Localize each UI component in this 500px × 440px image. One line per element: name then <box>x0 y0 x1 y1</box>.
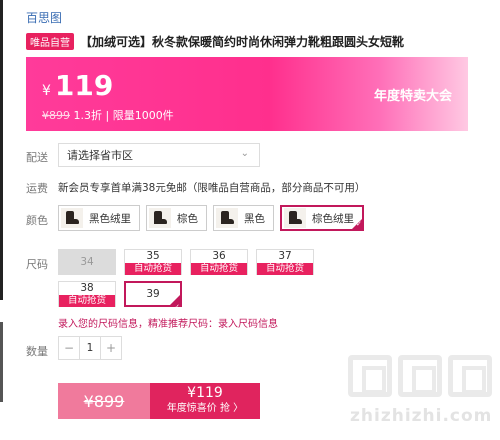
color-option-label: 棕色 <box>177 212 198 225</box>
size-number: 35 <box>146 250 160 262</box>
size-option[interactable]: 36 自动抢货 <box>190 249 248 275</box>
selected-check-icon <box>169 294 181 318</box>
chevron-down-icon: ⌄ <box>240 148 249 159</box>
boot-thumbnail-icon <box>149 208 171 228</box>
auto-grab-badge: 自动抢货 <box>257 263 313 275</box>
watermark-glyph-icon <box>448 355 492 397</box>
banner-original-price: ¥899 <box>42 109 70 122</box>
quantity-label: 数量 <box>26 345 48 358</box>
region-select-value: 请选择省市区 <box>67 149 133 162</box>
quantity-minus-button[interactable]: − <box>59 337 79 359</box>
shipping-text: 新会员专享首单满38元免邮（限唯品自营商品，部分商品不可用） <box>58 182 366 194</box>
size-number: 34 <box>80 256 94 268</box>
original-price: ¥899 <box>83 391 125 411</box>
region-select[interactable]: 请选择省市区 ⌄ <box>58 143 260 167</box>
auto-grab-badge: 自动抢货 <box>125 263 181 275</box>
boot-thumbnail-icon <box>284 208 306 228</box>
color-option-label: 棕色绒里 <box>312 212 354 225</box>
self-operated-tag: 唯品自营 <box>26 33 74 50</box>
size-label: 尺码 <box>26 258 48 271</box>
quantity-value[interactable]: 1 <box>79 337 101 359</box>
auto-grab-badge: 自动抢货 <box>59 295 115 307</box>
color-option-label: 黑色绒里 <box>89 212 131 225</box>
boot-thumbnail-icon <box>216 208 238 228</box>
delivery-label: 配送 <box>26 151 48 164</box>
size-info-link[interactable]: 录入您的尺码信息，精准推荐尺码：录入尺码信息 <box>58 315 278 330</box>
event-name: 年度特卖大会 <box>373 89 452 104</box>
banner-price: 119 <box>54 69 114 102</box>
size-option-selected[interactable]: 39 <box>124 281 182 318</box>
watermark-text: zhizhizhi.com <box>350 406 493 426</box>
watermark-glyph-icon <box>398 355 442 397</box>
watermark-logo <box>348 355 492 397</box>
color-option[interactable]: 黑色绒里 <box>58 205 140 231</box>
color-option[interactable]: 棕色 <box>146 205 207 231</box>
selected-check-icon <box>351 218 363 230</box>
buy-action-label: 年度惊喜价 抢 〉 <box>166 403 244 414</box>
color-option-selected[interactable]: 棕色绒里 <box>280 205 364 231</box>
size-option[interactable]: 38 自动抢货 <box>58 281 116 307</box>
color-options: 黑色绒里 棕色 黑色 棕色绒里 <box>58 205 364 231</box>
watermark-glyph-icon <box>348 355 392 397</box>
original-price-block: ¥899 <box>58 383 150 419</box>
size-option[interactable]: 37 自动抢货 <box>256 249 314 275</box>
quantity-plus-button[interactable]: + <box>101 337 121 359</box>
banner-price-line: ¥ 119 <box>42 69 113 102</box>
left-edge-bar <box>0 0 3 300</box>
buy-price: ¥119 <box>187 385 223 401</box>
banner-discount: 1.3折 | 限量1000件 <box>73 109 174 122</box>
size-number: 38 <box>80 282 94 294</box>
size-option[interactable]: 35 自动抢货 <box>124 249 182 275</box>
size-number: 36 <box>212 250 226 262</box>
size-number: 39 <box>146 288 160 300</box>
left-edge-bar-lower <box>0 322 3 402</box>
size-number: 37 <box>278 250 292 262</box>
price-banner: ¥ 119 ¥899 1.3折 | 限量1000件 年度特卖大会 <box>26 57 468 131</box>
color-label: 颜色 <box>26 214 48 227</box>
size-option-disabled: 34 <box>58 249 116 275</box>
boot-thumbnail-icon <box>61 208 83 228</box>
product-title: 【加绒可选】秋冬款保暖简约时尚休闲弹力靴粗跟圆头女短靴 <box>80 35 405 49</box>
quantity-stepper: − 1 + <box>58 336 122 360</box>
banner-subline: ¥899 1.3折 | 限量1000件 <box>42 107 174 123</box>
brand-link[interactable]: 百思图 <box>26 9 62 26</box>
auto-grab-badge: 自动抢货 <box>191 263 247 275</box>
shipping-label: 运费 <box>26 182 48 195</box>
buy-now-button[interactable]: ¥119 年度惊喜价 抢 〉 <box>150 383 260 419</box>
color-option-label: 黑色 <box>244 212 265 225</box>
color-option[interactable]: 黑色 <box>213 205 274 231</box>
product-title-row: 唯品自营 【加绒可选】秋冬款保暖简约时尚休闲弹力靴粗跟圆头女短靴 <box>26 33 404 50</box>
currency-symbol: ¥ <box>42 83 51 99</box>
